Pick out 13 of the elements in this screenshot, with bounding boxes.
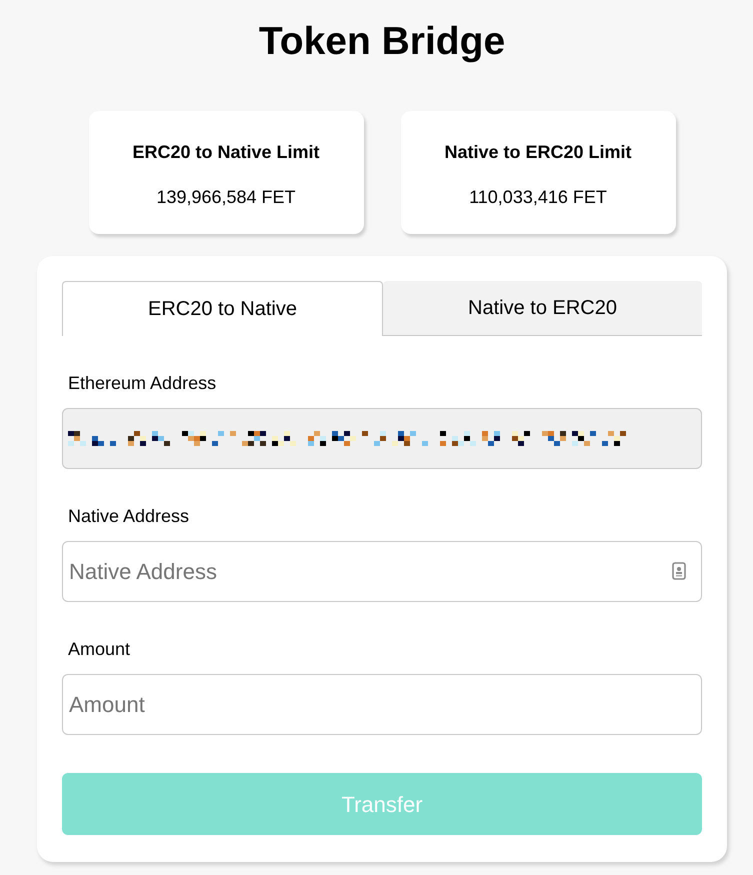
limit-value: 139,966,584 FET: [156, 186, 296, 208]
limit-value: 110,033,416 FET: [469, 186, 607, 208]
address-input-field[interactable]: Native Address: [62, 541, 702, 602]
contact-card-icon[interactable]: [672, 562, 686, 580]
direction-tab[interactable]: Native to ERC20: [383, 281, 702, 336]
amount-input-field[interactable]: Amount: [62, 674, 702, 735]
field-label: Amount: [68, 638, 130, 660]
direction-tab[interactable]: ERC20 to Native: [62, 281, 383, 336]
field-label: Native Address: [68, 505, 190, 527]
page-title: Token Bridge: [258, 19, 506, 65]
field-label: Ethereum Address: [68, 372, 216, 394]
limit-title: ERC20 to Native Limit: [132, 141, 320, 163]
limit-title: Native to ERC20 Limit: [444, 141, 632, 163]
